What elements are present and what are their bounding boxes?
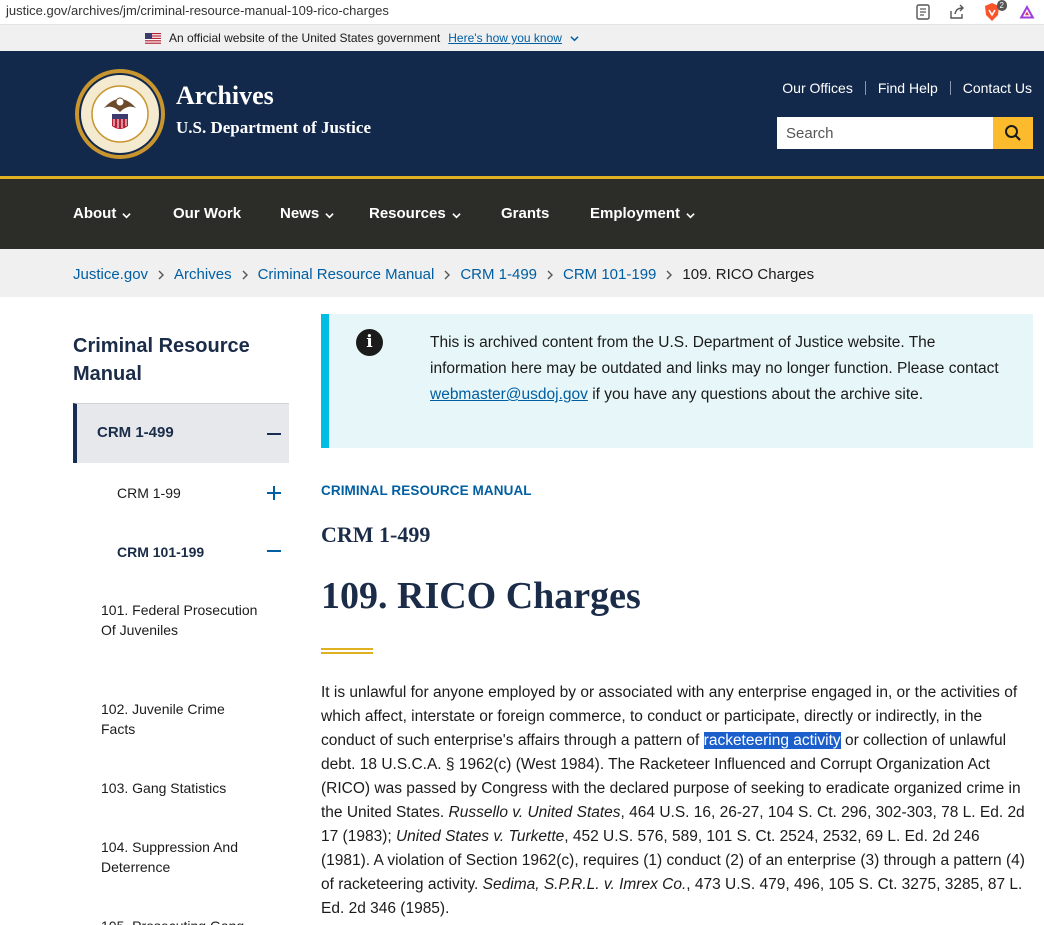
info-icon: i	[356, 329, 383, 356]
nav-label: Employment	[590, 205, 681, 222]
browser-address-bar: justice.gov/archives/jm/criminal-resourc…	[0, 0, 1044, 25]
find-help-link[interactable]: Find Help	[866, 80, 950, 96]
chevron-right-icon	[148, 270, 174, 280]
case-citation: Russello v. United States	[448, 804, 621, 821]
chevron-right-icon	[434, 270, 460, 280]
brave-shield-icon[interactable]: 2	[982, 0, 1007, 22]
chevron-down-icon	[122, 212, 132, 218]
case-citation: United States v. Turkette	[395, 828, 565, 845]
collapse-icon[interactable]	[267, 433, 281, 435]
sidebar-leaf-101[interactable]: 101. Federal Prosecution Of Juveniles	[101, 601, 261, 640]
nav-label: About	[73, 205, 117, 222]
archive-alert: i This is archived content from the U.S.…	[321, 314, 1033, 448]
section-heading: CRM 1-499	[321, 522, 431, 547]
browser-toolbar-icons: 2	[914, 0, 1036, 22]
sidebar-title[interactable]: Criminal Resource Manual	[73, 332, 288, 388]
chevron-down-icon	[452, 212, 461, 218]
contact-us-link[interactable]: Contact Us	[951, 80, 1032, 96]
sidebar-leaf-104[interactable]: 104. Suppression And Deterrence	[101, 838, 261, 877]
alert-text: This is archived content from the U.S. D…	[430, 330, 1010, 408]
nav-label: News	[280, 205, 320, 222]
site-subtitle[interactable]: U.S. Department of Justice	[176, 118, 371, 138]
breadcrumb-link[interactable]: Justice.gov	[73, 266, 148, 283]
chevron-down-icon	[686, 212, 695, 218]
sidebar-item-crm-1-499[interactable]: CRM 1-499	[73, 403, 289, 463]
chevron-down-icon	[325, 212, 334, 218]
nav-label: Our Work	[173, 205, 242, 222]
shield-badge: 2	[996, 0, 1007, 11]
reader-mode-icon[interactable]	[914, 3, 932, 21]
primary-nav: About Our Work News Resources Grants Emp…	[0, 179, 1044, 249]
expand-icon[interactable]	[267, 486, 281, 500]
collapse-icon[interactable]	[267, 550, 281, 552]
url-text[interactable]: justice.gov/archives/jm/criminal-resourc…	[6, 3, 389, 18]
gov-banner: An official website of the United States…	[0, 25, 1044, 51]
breadcrumb-link[interactable]: Criminal Resource Manual	[258, 266, 435, 283]
utility-links: Our Offices Find Help Contact Us	[770, 80, 1032, 96]
nav-item-grants[interactable]: Grants	[501, 205, 549, 222]
search-input[interactable]	[777, 117, 993, 149]
nav-item-resources[interactable]: Resources	[369, 205, 461, 222]
alert-text-part: This is archived content from the U.S. D…	[430, 334, 999, 377]
alert-text-part: if you have any questions about the arch…	[587, 386, 924, 403]
search-button[interactable]	[993, 117, 1033, 149]
sidebar-item-crm-1-99[interactable]: CRM 1-99	[117, 485, 181, 501]
search-icon	[1005, 125, 1021, 141]
nav-item-employment[interactable]: Employment	[590, 205, 695, 222]
share-icon[interactable]	[948, 3, 966, 21]
sidebar-leaf-102[interactable]: 102. Juvenile Crime Facts	[101, 700, 261, 739]
nav-item-our-work[interactable]: Our Work	[173, 205, 241, 222]
brave-rewards-icon[interactable]	[1018, 3, 1036, 21]
chevron-down-icon[interactable]	[570, 34, 579, 43]
body-paragraph: It is unlawful for anyone employed by or…	[321, 681, 1033, 921]
nav-label: Resources	[369, 205, 446, 222]
sidebar-item-label: CRM 1-499	[97, 424, 174, 441]
chevron-right-icon	[232, 270, 258, 280]
search-form	[777, 117, 1033, 149]
chevron-right-icon	[656, 270, 682, 280]
site-title[interactable]: Archives	[176, 81, 274, 111]
sidebar-leaf-103[interactable]: 103. Gang Statistics	[101, 779, 261, 799]
chevron-right-icon	[537, 270, 563, 280]
doj-seal-logo[interactable]	[74, 68, 166, 160]
nav-label: Grants	[501, 205, 550, 222]
breadcrumb: Justice.gov Archives Criminal Resource M…	[0, 249, 1044, 297]
sidebar-leaf-105[interactable]: 105. Prosecuting Gang	[101, 917, 261, 925]
breadcrumb-link[interactable]: CRM 101-199	[563, 266, 656, 283]
nav-item-news[interactable]: News	[280, 205, 334, 222]
gov-banner-text: An official website of the United States…	[169, 31, 441, 45]
selected-text: racketeering activity	[703, 732, 841, 749]
site-header: Archives U.S. Department of Justice Our …	[0, 51, 1044, 176]
section-eyebrow[interactable]: CRIMINAL RESOURCE MANUAL	[321, 483, 532, 498]
title-underline	[321, 648, 373, 654]
breadcrumb-link[interactable]: Archives	[174, 266, 232, 283]
webmaster-email-link[interactable]: webmaster@usdoj.gov	[430, 386, 588, 403]
sidebar-item-crm-101-199[interactable]: CRM 101-199	[117, 544, 204, 560]
how-you-know-link[interactable]: Here's how you know	[448, 31, 562, 45]
nav-item-about[interactable]: About	[73, 205, 132, 222]
breadcrumb-link[interactable]: CRM 1-499	[460, 266, 537, 283]
breadcrumb-current: 109. RICO Charges	[682, 266, 815, 283]
our-offices-link[interactable]: Our Offices	[770, 80, 865, 96]
us-flag-icon	[145, 32, 161, 44]
page-title: 109. RICO Charges	[321, 575, 641, 617]
case-citation: Sedima, S.P.R.L. v. Imrex Co.	[482, 876, 687, 893]
